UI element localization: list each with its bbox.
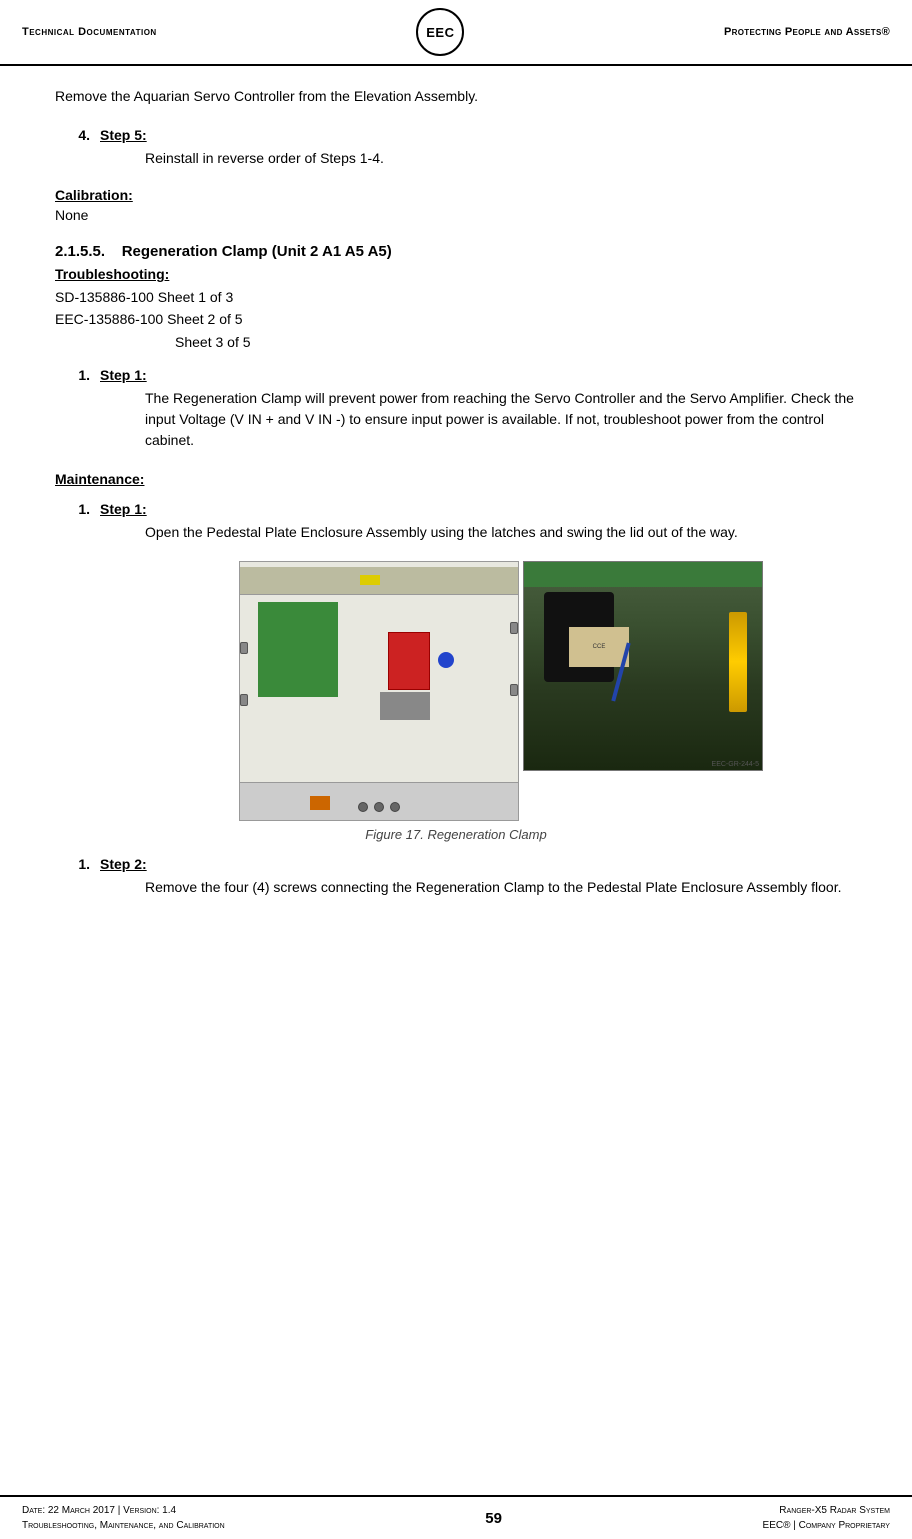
main-content: Remove the Aquarian Servo Controller fro… (0, 66, 912, 936)
trouble-line2: EEC-135886-100 Sheet 2 of 5 (55, 308, 857, 330)
step-4-item: 4. Step 5: Reinstall in reverse order of… (55, 127, 857, 169)
header-right-text: Protecting People and Assets® (724, 26, 890, 38)
cb-gray-connector (380, 692, 430, 720)
eec-figure-label: EEC-GR-244-5 (712, 761, 759, 768)
calibration-label: Calibration: (55, 187, 857, 203)
page-header: Technical Documentation EEC Protecting P… (0, 0, 912, 66)
step-1-maint-body: Open the Pedestal Plate Enclosure Assemb… (145, 522, 857, 543)
step-1-trouble-body: The Regeneration Clamp will prevent powe… (145, 388, 857, 451)
cb-top-bar (240, 567, 518, 595)
cb-bottom-bar (240, 782, 518, 820)
calibration-section: Calibration: None (55, 187, 857, 223)
troubleshooting-section: Troubleshooting: SD-135886-100 Sheet 1 o… (55, 266, 857, 353)
green-board-top (524, 562, 762, 587)
step-1-maint-number: 1. (55, 501, 90, 517)
page-footer: Date: 22 March 2017 | Version: 1.4 Troub… (0, 1495, 912, 1539)
figure-right-image: CCE (523, 561, 763, 771)
logo-text: EEC (426, 25, 454, 40)
section-heading-2155: 2.1.5.5. Regeneration Clamp (Unit 2 A1 A… (55, 243, 857, 260)
figure-container: CCE EEC-GR-244-5 (145, 561, 857, 821)
connector-1 (240, 642, 248, 654)
cb-orange-component (310, 796, 330, 810)
circuit-board-graphic (240, 562, 518, 820)
footer-right: Ranger-X5 Radar System EEC® | Company Pr… (763, 1503, 890, 1533)
step-4-number: 4. (55, 127, 90, 143)
circle-3 (390, 802, 400, 812)
circle-1 (358, 802, 368, 812)
cb-red-component (388, 632, 430, 690)
connector-3 (510, 622, 518, 634)
trouble-line1: SD-135886-100 Sheet 1 of 3 (55, 286, 857, 308)
trouble-line3: Sheet 3 of 5 (175, 331, 857, 353)
step-1-trouble-number: 1. (55, 367, 90, 383)
footer-proprietary: EEC® | Company Proprietary (763, 1518, 890, 1533)
step-1-maint-item: 1. Step 1: Open the Pedestal Plate Enclo… (55, 501, 857, 543)
step-4-title: Step 5: (100, 127, 147, 143)
troubleshooting-label: Troubleshooting: (55, 266, 857, 282)
step-2-title: Step 2: (100, 856, 147, 872)
footer-page-number: 59 (485, 1510, 502, 1527)
calibration-value: None (55, 207, 857, 223)
step-2-header: 1. Step 2: (55, 856, 857, 872)
footer-left: Date: 22 March 2017 | Version: 1.4 Troub… (22, 1503, 225, 1533)
footer-system-name: Ranger-X5 Radar System (763, 1503, 890, 1518)
troubleshooting-lines: SD-135886-100 Sheet 1 of 3 EEC-135886-10… (55, 286, 857, 353)
circle-2 (374, 802, 384, 812)
cb-left-connectors (240, 642, 248, 706)
step-2-number: 1. (55, 856, 90, 872)
footer-date: Date: 22 March 2017 | Version: 1.4 (22, 1503, 225, 1518)
cb-green-component (258, 602, 338, 697)
figure-right-wrapper: CCE EEC-GR-244-5 (523, 561, 763, 771)
step-1-trouble-item: 1. Step 1: The Regeneration Clamp will p… (55, 367, 857, 451)
step-4-body: Reinstall in reverse order of Steps 1-4. (145, 148, 857, 169)
step-1-maint-title: Step 1: (100, 501, 147, 517)
capacitor-black: CCE (544, 592, 614, 682)
figure-caption: Figure 17. Regeneration Clamp (55, 827, 857, 842)
yellow-chip (360, 575, 380, 585)
intro-paragraph: Remove the Aquarian Servo Controller fro… (55, 86, 857, 107)
header-left-text: Technical Documentation (22, 26, 157, 38)
connector-2 (240, 694, 248, 706)
step-4-header: 4. Step 5: (55, 127, 857, 143)
maintenance-label: Maintenance: (55, 471, 857, 487)
figure-left-image (239, 561, 519, 821)
cb-right-connectors (510, 622, 518, 696)
logo-circle: EEC (416, 8, 464, 56)
cb-blue-dot (438, 652, 454, 668)
step-2-body: Remove the four (4) screws connecting th… (145, 877, 857, 898)
cap-label: CCE (569, 627, 629, 667)
step-1-trouble-header: 1. Step 1: (55, 367, 857, 383)
step-1-trouble-title: Step 1: (100, 367, 147, 383)
header-logo: EEC (416, 8, 464, 56)
connector-4 (510, 684, 518, 696)
step-2-item: 1. Step 2: Remove the four (4) screws co… (55, 856, 857, 898)
cb-small-circles (358, 802, 400, 812)
footer-doc-type: Troubleshooting, Maintenance, and Calibr… (22, 1518, 225, 1533)
step-1-maint-header: 1. Step 1: (55, 501, 857, 517)
gold-resistor (729, 612, 747, 712)
